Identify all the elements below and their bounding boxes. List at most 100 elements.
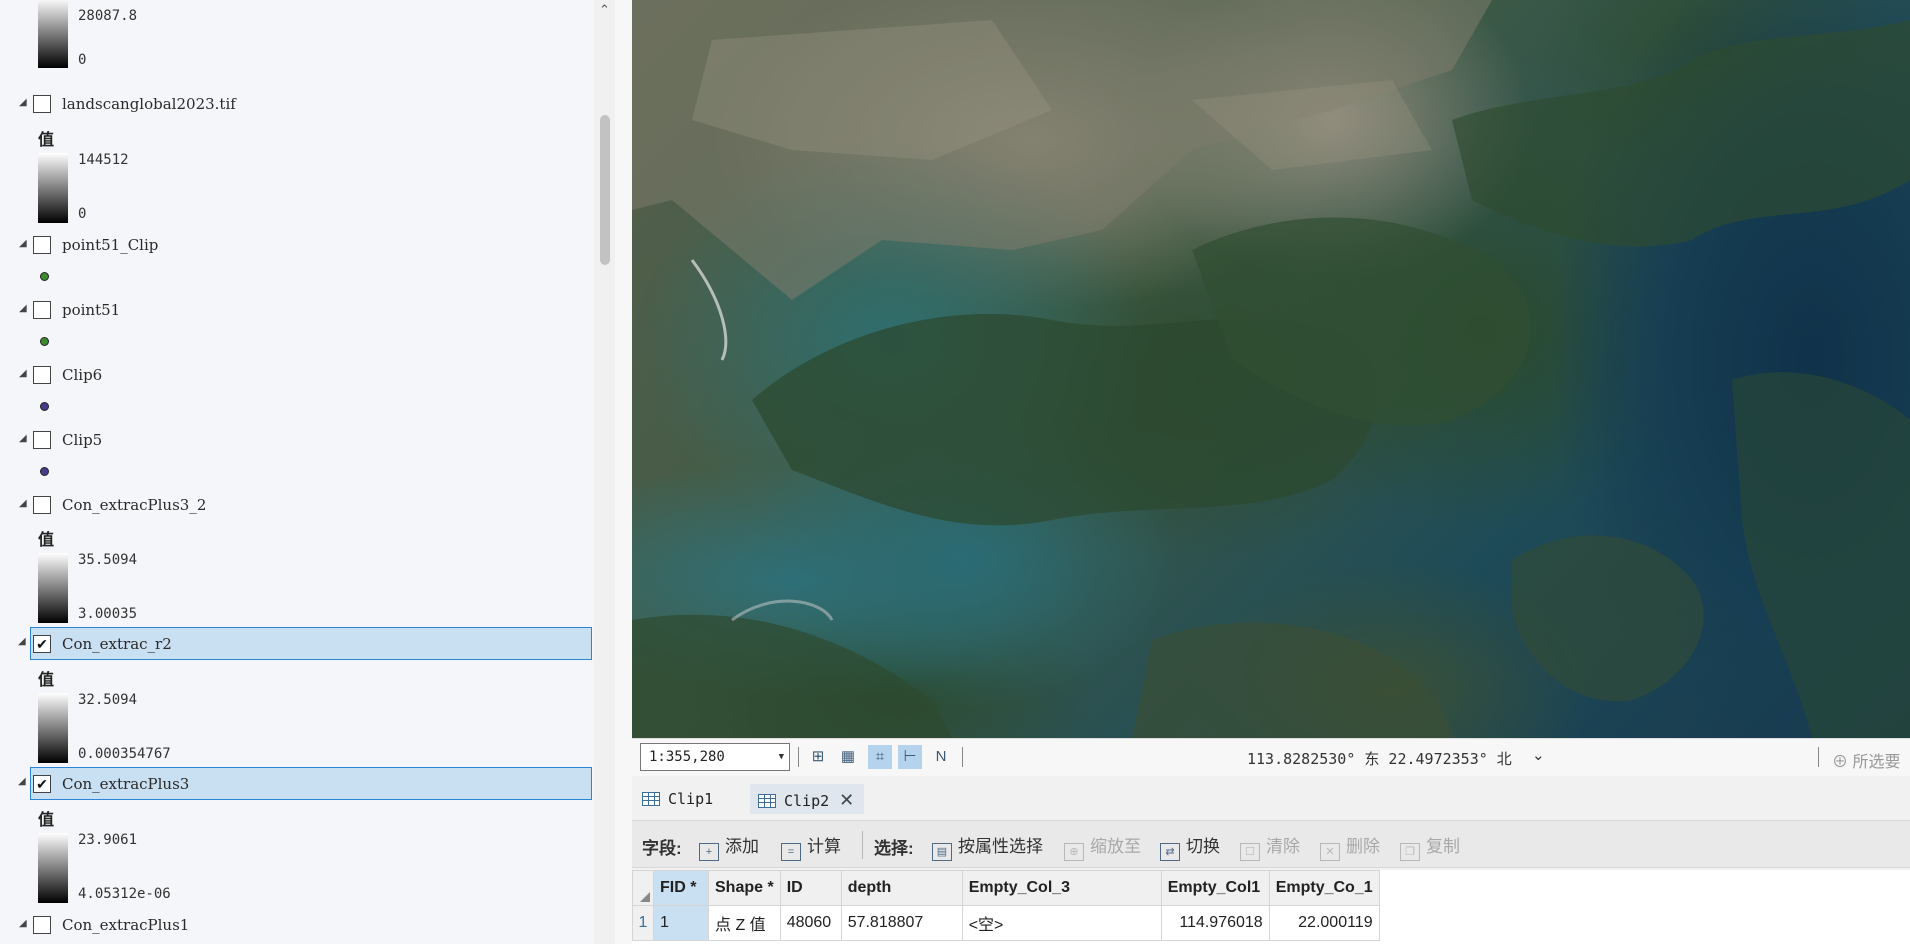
north-arrow-icon[interactable]: N	[929, 745, 953, 769]
legend-color-ramp	[38, 553, 68, 623]
column-header-id[interactable]: ID	[779, 870, 842, 906]
copy-label: 复制	[1426, 837, 1460, 856]
layer-name: Con_extracPlus3	[62, 775, 190, 793]
zoom-to-button[interactable]: ⊕ 缩放至	[1064, 832, 1141, 861]
layer-visibility-checkbox[interactable]	[33, 431, 51, 449]
layer-visibility-checkbox[interactable]	[33, 366, 51, 384]
tab-label: Clip1	[668, 790, 714, 808]
add-field-button[interactable]: + 添加	[699, 832, 759, 861]
coordinate-format-chevron-icon[interactable]: ⌄	[1532, 746, 1545, 764]
layer-visibility-checkbox[interactable]	[33, 95, 51, 113]
table-cell[interactable]: <空>	[961, 905, 1162, 941]
selected-features-label[interactable]: ⊕ 所选要	[1832, 748, 1900, 772]
column-header-fid[interactable]: FID *	[653, 870, 709, 906]
layer-visibility-checkbox[interactable]: ✔	[33, 775, 51, 793]
column-header-empty-co-1[interactable]: Empty_Co_1	[1268, 870, 1380, 906]
expand-icon[interactable]: ◢	[18, 636, 26, 647]
column-header-depth[interactable]: depth	[840, 870, 963, 906]
table-icon	[758, 794, 776, 808]
legend-high-value: 28087.8	[78, 8, 138, 24]
expand-icon[interactable]: ◢	[19, 303, 27, 314]
snap-active-icon[interactable]: ⊢	[898, 745, 922, 769]
table-cell[interactable]: 48060	[779, 905, 842, 941]
legend-high-value: 144512	[78, 152, 129, 168]
contents-scrollbar[interactable]: ⌃	[594, 0, 615, 944]
expand-icon[interactable]: ◢	[19, 97, 27, 108]
expand-icon[interactable]: ◢	[19, 918, 27, 929]
grid-add-icon[interactable]: ⊞	[806, 745, 830, 769]
layer-row-con-extracplus1[interactable]: ◢ Con_extracPlus1	[18, 908, 592, 941]
layer-row-con-extrac-r2[interactable]: ✔ Con_extrac_r2	[30, 627, 592, 660]
expand-icon[interactable]: ◢	[19, 498, 27, 509]
scroll-up-icon[interactable]: ⌃	[597, 2, 612, 22]
legend-heading: 值	[38, 672, 55, 689]
table-icon	[642, 792, 660, 806]
layer-row-con-extracplus3-2[interactable]: ◢ Con_extracPlus3_2	[18, 488, 592, 521]
clear-selection-button[interactable]: ☐ 清除	[1240, 832, 1300, 861]
calculate-label: 计算	[807, 837, 841, 856]
field-label: 字段:	[642, 839, 682, 858]
expand-icon[interactable]: ◢	[19, 433, 27, 444]
layer-visibility-checkbox[interactable]	[33, 236, 51, 254]
expand-icon[interactable]: ◢	[19, 368, 27, 379]
chevron-down-icon[interactable]: ▼	[779, 744, 784, 770]
expand-icon[interactable]: ◢	[19, 238, 27, 249]
layer-visibility-checkbox[interactable]	[33, 496, 51, 514]
column-header-shape[interactable]: Shape *	[708, 870, 781, 906]
select-by-attributes-label: 按属性选择	[958, 837, 1043, 856]
layer-row-clip5[interactable]: ◢ Clip5	[18, 423, 592, 456]
table-cell[interactable]: 1	[653, 905, 709, 941]
clear-label: 清除	[1266, 837, 1300, 856]
layer-row-con-extracplus3[interactable]: ✔ Con_extracPlus3	[30, 767, 592, 800]
scroll-thumb[interactable]	[600, 115, 610, 265]
legend-low-value: 0.000354767	[78, 746, 171, 762]
expand-icon[interactable]: ◢	[18, 776, 26, 787]
switch-selection-button[interactable]: ⇄ 切换	[1160, 832, 1220, 861]
switch-label: 切换	[1186, 837, 1220, 856]
table-header-row: FID * Shape * ID depth Empty_Col_3 Empty…	[632, 870, 1380, 906]
snap-icon[interactable]: ⌗	[868, 745, 892, 769]
table-row[interactable]: 1 1 点 Z 值 48060 57.818807 <空> 114.976018…	[632, 905, 1380, 941]
layer-row-landscanglobal2023[interactable]: ◢ landscanglobal2023.tif	[18, 87, 592, 120]
layer-row-clip6[interactable]: ◢ Clip6	[18, 358, 592, 391]
column-header-empty-col-3[interactable]: Empty_Col_3	[961, 870, 1162, 906]
map-view[interactable]	[632, 0, 1910, 738]
select-by-attributes-icon: ▤	[932, 843, 952, 861]
attribute-table: FID * Shape * ID depth Empty_Col_3 Empty…	[632, 870, 1910, 944]
copy-selection-button[interactable]: ❐ 复制	[1400, 832, 1460, 861]
table-cell[interactable]: 点 Z 值	[708, 905, 781, 941]
layer-name: point51_Clip	[62, 236, 159, 254]
tab-clip2[interactable]: Clip2 ✕	[750, 784, 865, 814]
zoom-to-icon: ⊕	[1064, 843, 1084, 861]
layer-visibility-checkbox[interactable]	[33, 916, 51, 934]
delete-icon: ✕	[1320, 843, 1340, 861]
layer-name: Con_extracPlus1	[62, 916, 190, 934]
legend-low-value: 3.00035	[78, 606, 138, 622]
table-cell[interactable]: 22.000119	[1268, 905, 1380, 941]
calculate-field-button[interactable]: = 计算	[781, 832, 841, 861]
selection-label: 选择:	[874, 839, 914, 858]
select-by-attributes-button[interactable]: ▤ 按属性选择	[932, 832, 1043, 861]
delete-selection-button[interactable]: ✕ 删除	[1320, 832, 1380, 861]
map-status-bar: 1:355,280 ▼ ⊞ ▦ ⌗ ⊢ N 113.8282530° 东 22.…	[632, 738, 1910, 776]
row-number[interactable]: 1	[632, 905, 654, 941]
grid-icon[interactable]: ▦	[836, 745, 860, 769]
layer-visibility-checkbox[interactable]: ✔	[33, 635, 51, 653]
copy-icon: ❐	[1400, 843, 1420, 861]
attribute-grid: FID * Shape * ID depth Empty_Col_3 Empty…	[632, 870, 1380, 941]
select-all-corner[interactable]	[632, 870, 654, 906]
layer-name: Con_extracPlus3_2	[62, 496, 207, 514]
table-cell[interactable]: 57.818807	[840, 905, 963, 941]
layer-row-point51-clip[interactable]: ◢ point51_Clip	[18, 228, 592, 261]
column-header-empty-col1[interactable]: Empty_Col1	[1160, 870, 1270, 906]
table-cell[interactable]: 114.976018	[1160, 905, 1270, 941]
scale-selector[interactable]: 1:355,280 ▼	[640, 743, 790, 771]
layer-name: Clip6	[62, 366, 103, 384]
point-symbol-icon	[40, 272, 49, 281]
tab-clip1[interactable]: Clip1	[634, 784, 723, 814]
close-tab-icon[interactable]: ✕	[839, 790, 854, 811]
layer-visibility-checkbox[interactable]	[33, 301, 51, 319]
layer-row-point51[interactable]: ◢ point51	[18, 293, 592, 326]
coordinate-readout: 113.8282530° 东 22.4972353° 北	[1247, 750, 1512, 768]
delete-label: 删除	[1346, 837, 1380, 856]
